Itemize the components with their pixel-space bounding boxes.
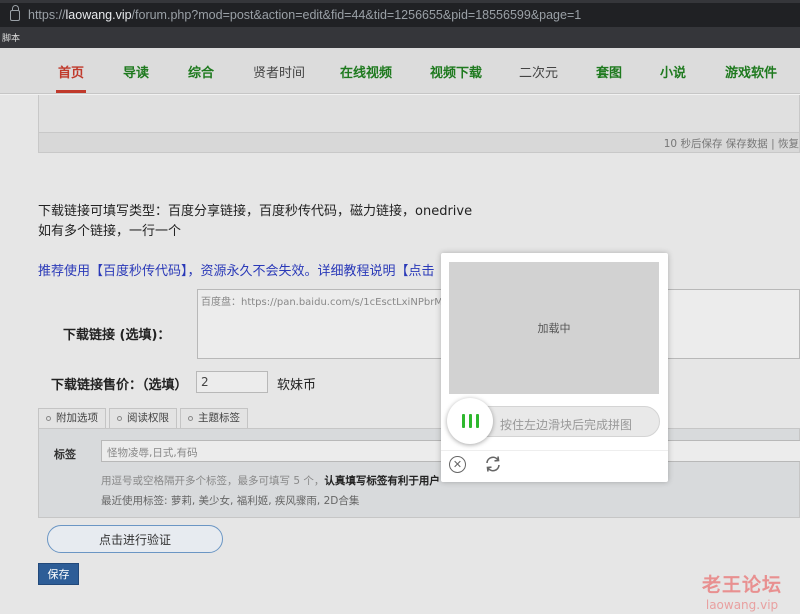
watermark-domain: laowang.vip (705, 598, 779, 612)
browser-chrome: https://laowang.vip/forum.php?mod=post&a… (0, 0, 800, 30)
nav-item-guide[interactable]: 导读 (123, 62, 149, 81)
url-text: https://laowang.vip/forum.php?mod=post&a… (28, 8, 581, 22)
lock-icon (10, 4, 20, 21)
nav-item-games-software[interactable]: 游戏软件 (725, 62, 777, 81)
recent-tags[interactable]: 最近使用标签: 萝莉, 美少女, 福利姬, 疾风骤雨, 2D合集 (101, 493, 359, 508)
nav-item-anime[interactable]: 二次元 (519, 62, 558, 81)
captcha-slider-hint: 按住左边滑块后完成拼图 (500, 418, 633, 432)
watermark-title: 老王论坛 (702, 574, 783, 596)
captcha-slider-handle[interactable] (447, 398, 493, 444)
tab-dot-icon (188, 416, 193, 421)
url-path: /forum.php?mod=post&action=edit&fid=44&t… (131, 8, 582, 22)
tag-hint-text: 用逗号或空格隔开多个标签，最多可填写 5 个， (101, 475, 325, 487)
tag-panel: 标签 怪物凌辱,日式,有码 用逗号或空格隔开多个标签，最多可填写 5 个，认真填… (38, 428, 800, 518)
captcha-image: 加载中 (449, 262, 659, 394)
bookmarks-bar: 脚本 (0, 30, 800, 48)
grip-icon (475, 414, 479, 428)
tab-label: 附加选项 (56, 412, 98, 424)
download-types-text: 下载链接可填写类型：百度分享链接，百度秒传代码，磁力链接，onedrive (38, 204, 473, 219)
captcha-dialog: 加载中 按住左边滑块后完成拼图 ✕ (441, 253, 668, 482)
nav-item-gallery[interactable]: 套图 (596, 62, 622, 81)
url-host: laowang.vip (65, 8, 132, 22)
autosave-status: 10 秒后保存 保存数据 | 恢复 (663, 138, 799, 150)
site-watermark: 老王论坛 laowang.vip (702, 570, 782, 612)
tab-label: 主题标签 (198, 412, 240, 424)
post-edit-page: 10 秒后保存 保存数据 | 恢复 下载链接可填写类型：百度分享链接，百度秒传代… (0, 95, 800, 614)
download-multi-text: 如有多个链接，一行一个 (38, 224, 182, 239)
tab-read-permission[interactable]: 阅读权限 (109, 408, 177, 428)
nav-item-video-download[interactable]: 视频下载 (430, 62, 482, 81)
url-scheme: https:// (28, 8, 66, 22)
tab-dot-icon (117, 416, 122, 421)
address-bar[interactable]: https://laowang.vip/forum.php?mod=post&a… (0, 3, 800, 27)
refresh-icon[interactable] (483, 454, 503, 474)
site-nav: 首页 导读 综合 贤者时间 在线视频 视频下载 二次元 套图 小说 游戏软件 (0, 48, 800, 94)
tag-hint-bold: 认真填写标签有利于用户 (324, 475, 440, 487)
download-price-unit: 软妹币 (277, 378, 317, 393)
grip-icon (468, 414, 472, 428)
verify-button[interactable]: 点击进行验证 (47, 525, 223, 553)
autosave-bar: 10 秒后保存 保存数据 | 恢复 (38, 132, 800, 153)
tab-topic-tags[interactable]: 主题标签 (180, 408, 248, 428)
captcha-loading-text: 加载中 (537, 322, 571, 335)
save-button[interactable]: 保存 (38, 563, 79, 585)
grip-icon (461, 414, 465, 428)
nav-item-online-video[interactable]: 在线视频 (340, 62, 392, 81)
bookmark-item[interactable]: 脚本 (2, 34, 20, 44)
options-tabs: 附加选项 阅读权限 主题标签 (38, 408, 251, 428)
nav-item-general[interactable]: 综合 (188, 62, 214, 81)
tab-dot-icon (46, 416, 51, 421)
download-price-input[interactable]: 2 (196, 371, 268, 393)
nav-item-home[interactable]: 首页 (55, 62, 87, 93)
close-icon[interactable]: ✕ (449, 456, 466, 473)
download-recommend-link[interactable]: 推荐使用【百度秒传代码】，资源永久不会失效。详细教程说明【点击 (38, 260, 435, 279)
tab-label: 阅读权限 (127, 412, 169, 424)
tab-extra-options[interactable]: 附加选项 (38, 408, 106, 428)
tag-label: 标签 (54, 448, 76, 461)
download-link-placeholder: 百度盘：https://pan.baidu.com/s/1cEsctLxiNPb… (201, 297, 458, 308)
nav-item-sage-time[interactable]: 贤者时间 (253, 62, 305, 81)
download-price-label: 下载链接售价：（选填） (51, 378, 188, 393)
nav-item-novel[interactable]: 小说 (660, 62, 686, 81)
tag-hint: 用逗号或空格隔开多个标签，最多可填写 5 个，认真填写标签有利于用户 (101, 473, 440, 488)
download-link-label: 下载链接 (选填)： (63, 328, 171, 343)
captcha-divider (441, 450, 668, 451)
